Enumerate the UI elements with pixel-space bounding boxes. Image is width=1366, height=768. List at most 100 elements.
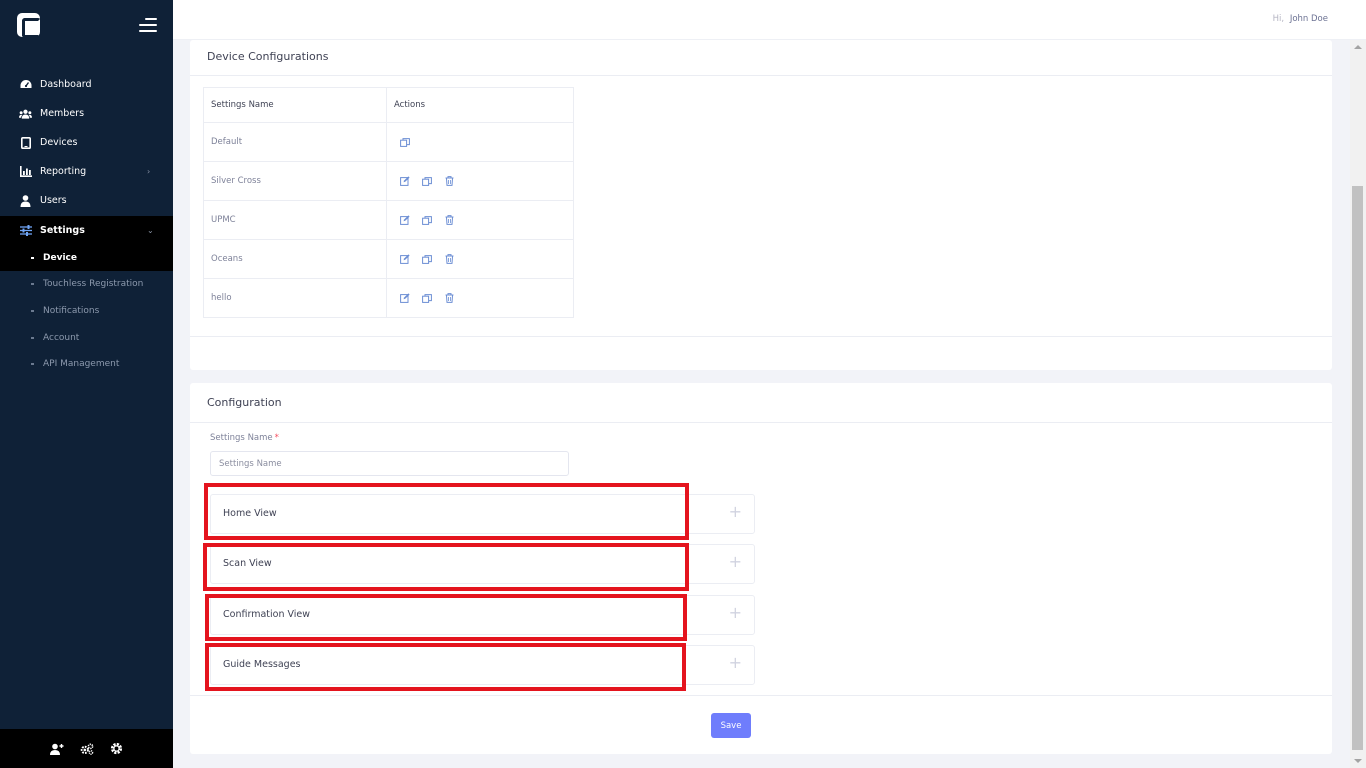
chevron-right-icon: ›	[147, 167, 151, 176]
scroll-down-icon[interactable]	[1354, 759, 1362, 763]
divider	[190, 75, 1332, 76]
plus-icon[interactable]: +	[729, 504, 742, 520]
sidebar-item-label: Reporting	[40, 166, 87, 177]
sidebar-item-label: Dashboard	[40, 79, 92, 90]
sliders-icon	[19, 224, 32, 237]
settings-name-cell: Oceans	[203, 239, 387, 279]
accordion-confirmation-view[interactable]: Confirmation View +	[210, 595, 755, 635]
submenu-item-touchless-registration[interactable]: Touchless Registration	[0, 274, 173, 294]
actions-cell	[386, 278, 574, 318]
configuration-card: Configuration Settings Name* Home View +…	[190, 383, 1332, 754]
settings-name-cell: hello	[203, 278, 387, 318]
table-row: hello	[203, 278, 574, 318]
accordion-scan-view[interactable]: Scan View +	[210, 544, 755, 584]
trash-icon[interactable]	[444, 215, 454, 225]
trash-icon[interactable]	[444, 254, 454, 264]
chevron-down-icon: ⌄	[147, 226, 154, 235]
actions-cell	[386, 239, 574, 279]
sidebar-item-users[interactable]: Users	[0, 186, 173, 215]
accordion-title: Confirmation View	[223, 609, 311, 620]
gear-icon[interactable]	[110, 742, 124, 756]
plus-icon[interactable]: +	[729, 655, 742, 671]
settings-name-input[interactable]	[210, 451, 569, 476]
trash-icon[interactable]	[444, 176, 454, 186]
device-configurations-table: Settings Name Actions Default Silver Cro…	[203, 87, 574, 318]
column-header: Actions	[386, 87, 574, 123]
accordion-home-view[interactable]: Home View +	[210, 494, 755, 534]
chart-icon	[19, 165, 32, 178]
divider	[190, 422, 1332, 423]
submenu-item-label: Touchless Registration	[43, 279, 144, 289]
required-mark: *	[274, 433, 279, 443]
bullet-icon	[31, 337, 34, 339]
divider	[190, 695, 1332, 696]
table-header-row: Settings Name Actions	[203, 87, 574, 123]
accordion-title: Scan View	[223, 558, 272, 569]
copy-icon[interactable]	[422, 215, 432, 225]
sidebar-footer	[0, 729, 173, 768]
speedometer-icon	[19, 78, 32, 91]
user-greeting[interactable]: Hi, John Doe	[1273, 14, 1328, 24]
bullet-icon	[31, 310, 34, 312]
label-text: Settings Name	[210, 433, 273, 443]
sidebar-item-reporting[interactable]: Reporting ›	[0, 157, 173, 186]
sidebar-item-devices[interactable]: Devices	[0, 128, 173, 157]
submenu-item-account[interactable]: Account	[0, 328, 173, 348]
greeting-text: Hi,	[1272, 14, 1285, 24]
trash-icon[interactable]	[444, 293, 454, 303]
settings-name-cell: Silver Cross	[203, 161, 387, 201]
submenu-item-api-management[interactable]: API Management	[0, 354, 173, 374]
copy-icon[interactable]	[422, 293, 432, 303]
user-name: John Doe	[1289, 14, 1328, 24]
submenu-item-label: Notifications	[43, 306, 100, 316]
plus-icon[interactable]: +	[729, 554, 742, 570]
table-row: Oceans	[203, 239, 574, 279]
sidebar-item-label: Members	[40, 108, 85, 119]
user-icon	[19, 194, 32, 207]
tablet-icon	[19, 136, 32, 149]
edit-icon[interactable]	[400, 176, 410, 186]
brand	[0, 0, 173, 50]
table-row: UPMC	[203, 200, 574, 240]
submenu-item-label: Device	[43, 253, 77, 263]
submenu-item-notifications[interactable]: Notifications	[0, 301, 173, 321]
page-scrollbar[interactable]	[1350, 40, 1366, 768]
table-row: Default	[203, 122, 574, 162]
settings-name-cell: Default	[203, 122, 387, 162]
copy-icon[interactable]	[400, 137, 410, 147]
cogs-icon[interactable]	[80, 742, 94, 756]
card-title: Configuration	[207, 396, 282, 409]
edit-icon[interactable]	[400, 254, 410, 264]
menu-toggle-icon[interactable]	[139, 18, 157, 32]
accordion-guide-messages[interactable]: Guide Messages +	[210, 645, 755, 685]
edit-icon[interactable]	[400, 215, 410, 225]
logo-icon[interactable]	[17, 13, 41, 38]
copy-icon[interactable]	[422, 176, 432, 186]
actions-cell	[386, 200, 574, 240]
save-button[interactable]: Save	[711, 713, 751, 738]
accordion-title: Home View	[223, 508, 277, 519]
device-configurations-card: Device Configurations Settings Name Acti…	[190, 40, 1332, 370]
scroll-up-icon[interactable]	[1354, 45, 1362, 49]
sidebar: Dashboard Members Devices Reporting › Us…	[0, 0, 173, 768]
user-add-icon[interactable]	[49, 742, 64, 756]
table-row: Silver Cross	[203, 161, 574, 201]
submenu-item-label: Account	[43, 333, 80, 343]
sidebar-item-label: Devices	[40, 137, 78, 148]
actions-cell	[386, 161, 574, 201]
divider	[190, 336, 1332, 337]
bullet-icon	[31, 283, 34, 285]
sidebar-item-members[interactable]: Members	[0, 99, 173, 128]
sidebar-item-dashboard[interactable]: Dashboard	[0, 70, 173, 99]
copy-icon[interactable]	[422, 254, 432, 264]
submenu-item-label: API Management	[43, 359, 120, 369]
submenu-item-device[interactable]: Device	[0, 248, 173, 268]
bullet-icon	[31, 363, 34, 365]
scroll-thumb[interactable]	[1352, 186, 1363, 750]
top-header: Hi, John Doe	[173, 0, 1366, 40]
edit-icon[interactable]	[400, 293, 410, 303]
accordion-title: Guide Messages	[223, 659, 301, 670]
plus-icon[interactable]: +	[729, 605, 742, 621]
sidebar-item-settings[interactable]: Settings ⌄	[0, 216, 173, 245]
bullet-icon	[31, 257, 34, 259]
